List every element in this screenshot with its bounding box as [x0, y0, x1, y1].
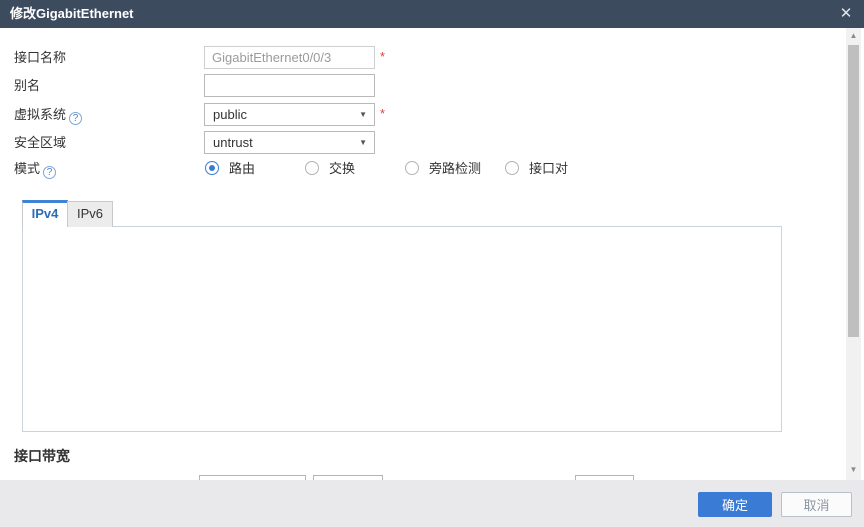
virtual-system-required-marker: *	[380, 106, 385, 121]
help-icon[interactable]: ?	[69, 112, 82, 125]
mode-radio-bypass-label: 旁路检测	[429, 161, 481, 177]
security-zone-label: 安全区域	[14, 131, 66, 154]
dialog-title: 修改GigabitEthernet	[10, 0, 134, 28]
help-icon[interactable]: ?	[43, 166, 56, 179]
mode-radio-route[interactable]	[205, 161, 219, 175]
ipv4-panel	[22, 226, 782, 432]
security-zone-select[interactable]: untrust ▼	[204, 131, 375, 154]
scroll-up-icon[interactable]: ▲	[846, 29, 861, 43]
interface-name-field[interactable]	[204, 46, 375, 69]
cancel-button[interactable]: 取消	[781, 492, 852, 517]
mode-radio-interface-pair[interactable]	[505, 161, 519, 175]
mode-radio-bypass[interactable]	[405, 161, 419, 175]
virtual-system-value: public	[213, 104, 247, 125]
virtual-system-select[interactable]: public ▼	[204, 103, 375, 126]
mode-radio-switch-label: 交换	[329, 161, 355, 177]
security-zone-value: untrust	[213, 132, 253, 153]
scrollbar-thumb[interactable]	[848, 45, 859, 337]
close-icon[interactable]: ✕	[837, 0, 855, 28]
mode-label: 模式?	[14, 157, 56, 180]
ok-button[interactable]: 确定	[698, 492, 772, 517]
chevron-down-icon: ▼	[359, 132, 367, 153]
dialog-titlebar: 修改GigabitEthernet ✕	[0, 0, 864, 28]
chevron-down-icon: ▼	[359, 104, 367, 125]
bandwidth-section-title: 接口带宽	[14, 446, 70, 466]
alias-field[interactable]	[204, 74, 375, 97]
virtual-system-label: 虚拟系统?	[14, 103, 82, 126]
mode-radio-route-label: 路由	[229, 161, 255, 177]
vertical-scrollbar[interactable]: ▲ ▼	[846, 28, 861, 480]
mode-radio-switch[interactable]	[305, 161, 319, 175]
mode-radio-interface-pair-label: 接口对	[529, 161, 568, 177]
scroll-down-icon[interactable]: ▼	[846, 463, 861, 477]
interface-name-label: 接口名称	[14, 46, 66, 69]
tab-ipv4[interactable]: IPv4	[22, 200, 68, 227]
interface-name-required-marker: *	[380, 49, 385, 64]
alias-label: 别名	[14, 74, 40, 97]
tab-ipv6[interactable]: IPv6	[67, 201, 113, 227]
